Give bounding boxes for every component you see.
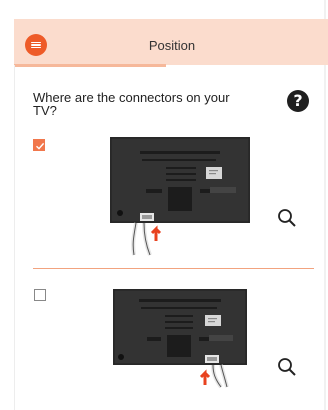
option-2-checkbox[interactable] xyxy=(34,289,46,301)
magnifier-icon[interactable] xyxy=(277,357,297,377)
help-icon[interactable]: ? xyxy=(287,90,309,112)
option-divider xyxy=(33,268,314,269)
header-progress-underline xyxy=(14,64,166,67)
question-text: Where are the connectors on your TV? xyxy=(33,90,230,118)
page-title: Position xyxy=(148,38,196,53)
magnifier-icon[interactable] xyxy=(277,208,297,228)
checkmark-icon xyxy=(36,142,45,150)
content-left-border xyxy=(14,65,15,410)
tv-back-connectors-bottom-left xyxy=(110,137,250,256)
option-1-checkbox[interactable] xyxy=(33,139,45,151)
tv-back-connectors-bottom-right xyxy=(113,289,247,389)
